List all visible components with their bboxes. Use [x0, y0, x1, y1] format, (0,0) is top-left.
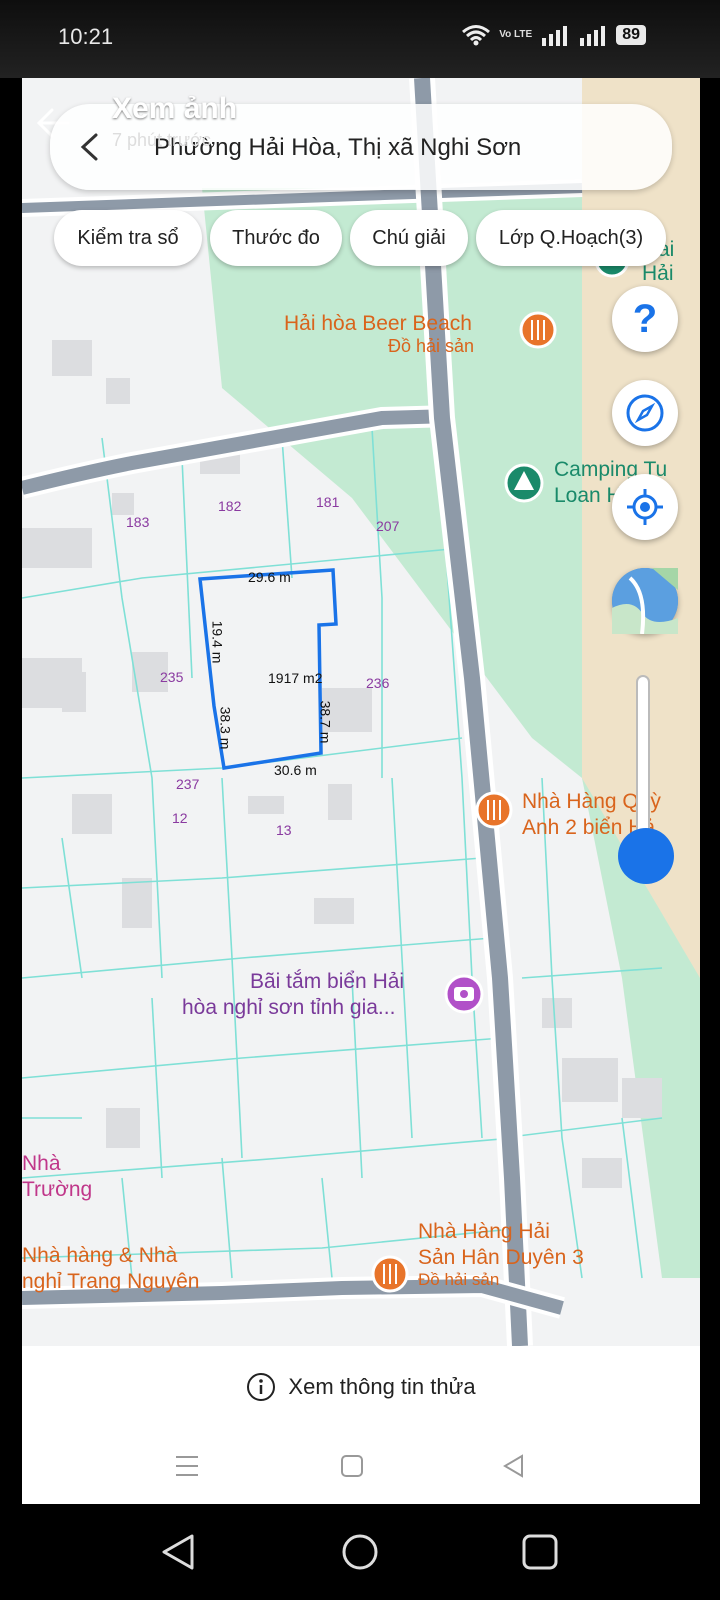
restaurant-duyen-marker [371, 1255, 409, 1293]
location-target-icon [627, 489, 663, 525]
parcel-number[interactable]: 183 [126, 514, 149, 530]
parcel-number[interactable]: 207 [376, 518, 399, 534]
status-icons: Vo LTE 89 [461, 24, 646, 46]
status-bar: 10:21 Vo LTE 89 [0, 0, 720, 78]
system-navigation-bar [0, 1504, 720, 1600]
parcel-dimension-top: 29.6 m [248, 569, 291, 585]
parcel-number[interactable]: 181 [316, 494, 339, 510]
poi-hai-label-2[interactable]: Hải [642, 262, 674, 286]
compass-icon [626, 394, 664, 432]
poi-beer-beach-category: Đồ hải sản [388, 336, 475, 356]
my-location-button[interactable] [612, 474, 678, 540]
beer-beach-marker [519, 311, 557, 349]
poi-duyen-line1[interactable]: Nhà Hàng Hải [418, 1220, 550, 1244]
photo-time: 7 phút trước [112, 130, 211, 150]
parcel-info-bar[interactable]: Xem thông tin thửa [22, 1346, 700, 1428]
poi-beer-beach-name[interactable]: Hải hòa Beer Beach [284, 312, 472, 336]
map-view[interactable]: Hải hòa Beer Beach Đồ hải sản Camping Tu… [22, 78, 700, 1346]
poi-trang-line2[interactable]: nghỉ Trang Nguyên [22, 1270, 199, 1294]
poi-beach-line1[interactable]: Bãi tắm biển Hải [250, 970, 404, 994]
signal-icon [542, 26, 568, 46]
poi-trang-line1[interactable]: Nhà hàng & Nhà [22, 1244, 177, 1268]
home-square-icon[interactable] [340, 1454, 364, 1478]
phone-frame: 10:21 Vo LTE 89 Hải hòa Beer Beach Đồ hả… [0, 0, 720, 1600]
poi-duyen-line2[interactable]: Sản Hân Duyên 3 [418, 1246, 584, 1270]
chip-planning-layer[interactable]: Lớp Q.Hoạch(3) [476, 210, 666, 266]
question-icon: ? [632, 296, 658, 341]
parcel-area: 1917 m2 [268, 670, 323, 686]
chevron-left-icon[interactable] [78, 132, 100, 162]
back-triangle-icon[interactable] [502, 1454, 526, 1478]
map-layers-icon [612, 568, 678, 634]
status-time: 10:21 [58, 24, 114, 49]
signal-icon-2 [580, 26, 606, 46]
chip-ruler[interactable]: Thước đo [210, 210, 342, 266]
page-title: Xem ảnh [112, 92, 238, 125]
poi-beach-line2[interactable]: hòa nghỉ sơn tỉnh gia... [182, 996, 395, 1020]
poi-duyen-category: Đồ hải sản [418, 1270, 500, 1289]
parcel-dimension-bottom: 30.6 m [274, 762, 317, 778]
parcel-dimension-left: 19.4 m [209, 620, 226, 664]
system-home-icon[interactable] [340, 1532, 380, 1572]
network-type-label: Vo LTE [499, 29, 533, 40]
parcel-number[interactable]: 236 [366, 675, 389, 691]
parcel-dimension-right: 38.7 m [317, 700, 334, 744]
parcel-number[interactable]: 12 [172, 810, 188, 826]
chip-legend[interactable]: Chú giải [350, 210, 468, 266]
wifi-icon [462, 25, 491, 46]
battery-indicator: 89 [616, 25, 646, 45]
zoom-slider-handle[interactable] [618, 828, 674, 884]
map-canvas [22, 78, 700, 1346]
parcel-number[interactable]: 235 [160, 669, 183, 685]
restaurant-quynh-marker [475, 791, 513, 829]
map-type-button[interactable] [612, 568, 678, 634]
parcel-number[interactable]: 182 [218, 498, 241, 514]
help-button[interactable]: ? [612, 286, 678, 352]
parcel-number[interactable]: 13 [276, 822, 292, 838]
chip-check-certificate[interactable]: Kiểm tra sổ [54, 210, 202, 266]
app-navigation-bar [22, 1428, 700, 1504]
app-screen: Hải hòa Beer Beach Đồ hải sản Camping Tu… [22, 78, 700, 1504]
system-back-icon[interactable] [158, 1532, 198, 1572]
system-recents-icon[interactable] [520, 1532, 560, 1572]
menu-icon[interactable] [174, 1454, 200, 1478]
compass-button[interactable] [612, 380, 678, 446]
camping-marker [504, 463, 544, 503]
parcel-info-label[interactable]: Xem thông tin thửa [288, 1374, 475, 1400]
parcel-dimension-left-lower: 38.3 m [217, 706, 234, 750]
poi-truong-line2[interactable]: Trường [22, 1178, 92, 1202]
poi-truong-line1[interactable]: Nhà [22, 1152, 61, 1176]
beach-photo-marker [444, 974, 484, 1014]
parcel-number[interactable]: 237 [176, 776, 199, 792]
info-icon [247, 1373, 276, 1401]
